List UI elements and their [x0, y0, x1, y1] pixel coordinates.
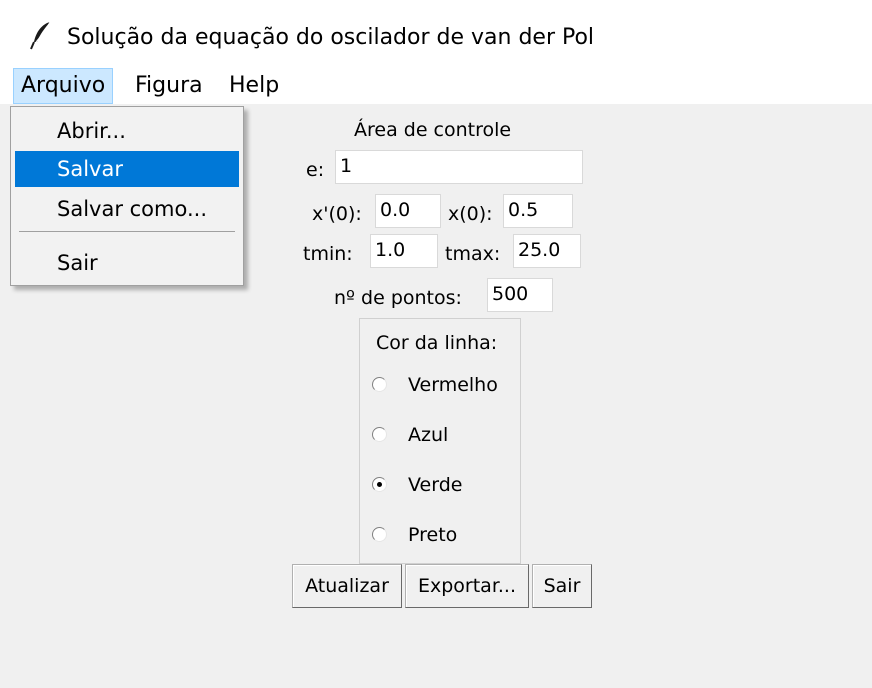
radio-circle-selected-icon: [372, 477, 387, 492]
tmin-label: tmin:: [303, 243, 353, 265]
update-button[interactable]: Atualizar: [292, 564, 402, 608]
menu-item-sair[interactable]: Sair: [15, 245, 239, 281]
e-label: e:: [306, 159, 325, 181]
tmax-input[interactable]: 25.0: [513, 234, 581, 268]
radio-dot-icon: [377, 482, 382, 487]
xprime0-label: x'(0):: [312, 203, 362, 225]
menu-item-abrir[interactable]: Abrir...: [15, 113, 239, 149]
menu-bar: Arquivo Figura Help: [0, 68, 872, 104]
npontos-label: nº de pontos:: [334, 287, 462, 309]
xprime0-input[interactable]: 0.0: [375, 194, 441, 228]
x0-label: x(0):: [448, 203, 493, 225]
export-button[interactable]: Exportar...: [405, 564, 529, 608]
line-color-title: Cor da linha:: [376, 332, 498, 354]
tmin-input[interactable]: 1.0: [370, 234, 438, 268]
radio-preto-label: Preto: [408, 524, 458, 546]
tmax-label: tmax:: [445, 243, 501, 265]
arquivo-dropdown-menu: Abrir... Salvar Salvar como... Sair: [10, 106, 244, 286]
radio-verde-label: Verde: [408, 474, 463, 496]
radio-azul-label: Azul: [408, 424, 449, 446]
menu-arquivo[interactable]: Arquivo: [13, 68, 114, 104]
quit-button[interactable]: Sair: [532, 564, 592, 608]
radio-circle-icon: [372, 527, 387, 542]
menu-figura[interactable]: Figura: [128, 68, 210, 104]
radio-vermelho-label: Vermelho: [408, 374, 498, 396]
feather-icon: [30, 21, 51, 50]
menu-item-salvar[interactable]: Salvar: [15, 151, 239, 187]
control-area-title: Área de controle: [354, 119, 512, 141]
menu-help[interactable]: Help: [222, 68, 286, 104]
title-bar: Solução da equação do oscilador de van d…: [0, 0, 872, 68]
npontos-input[interactable]: 500: [487, 278, 553, 312]
window-title: Solução da equação do oscilador de van d…: [67, 25, 595, 50]
e-input[interactable]: 1: [335, 150, 583, 184]
radio-circle-icon: [372, 427, 387, 442]
menu-separator: [19, 231, 235, 232]
x0-input[interactable]: 0.5: [503, 194, 573, 228]
menu-item-salvar-como[interactable]: Salvar como...: [15, 191, 239, 227]
line-color-group: Cor da linha: Vermelho Azul Verde Preto: [359, 318, 521, 564]
radio-circle-icon: [372, 377, 387, 392]
